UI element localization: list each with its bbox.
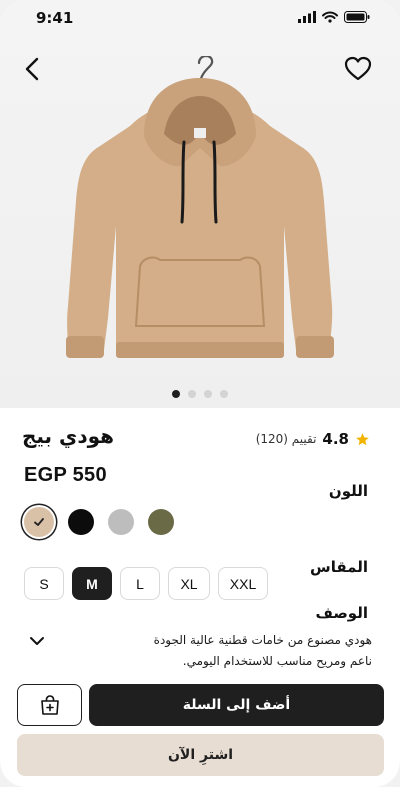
size-option-xl[interactable]: XL <box>168 567 210 600</box>
color-swatch-olive[interactable] <box>148 509 174 535</box>
size-label: المقاس <box>310 558 368 576</box>
size-option-xxl[interactable]: XXL <box>218 567 268 600</box>
pagination-dot-1[interactable] <box>172 390 180 398</box>
size-selector: S M L XL XXL <box>24 567 268 600</box>
color-swatch-gray[interactable] <box>108 509 134 535</box>
product-price: EGP 550 <box>24 464 107 486</box>
battery-icon <box>344 11 370 23</box>
description-line-2: ناعم ومريح مناسب للاستخدام اليومي. <box>182 654 372 668</box>
chevron-down-icon[interactable] <box>28 634 46 648</box>
description-label: الوصف <box>315 604 368 622</box>
color-swatch-black[interactable] <box>68 509 94 535</box>
product-gallery[interactable] <box>0 0 400 408</box>
pagination-dot-4[interactable] <box>220 390 228 398</box>
product-image <box>66 56 334 358</box>
rating-score: 4.8 <box>322 430 349 448</box>
product-description: هودي مصنوع من خامات قطنية عالية الجودة ن… <box>92 630 372 672</box>
rating-count: (120) تقييم <box>255 432 317 446</box>
color-label: اللون <box>328 482 368 500</box>
product-title: هودي بيج <box>21 424 114 448</box>
color-swatch-beige[interactable] <box>24 507 54 537</box>
description-line-1: هودي مصنوع من خامات قطنية عالية الجودة <box>153 633 372 647</box>
buy-now-button[interactable]: اشترِ الآن <box>17 734 384 776</box>
image-pagination[interactable] <box>0 390 400 398</box>
heart-icon[interactable] <box>344 55 372 83</box>
star-icon <box>356 432 369 445</box>
status-time: 9:41 <box>36 9 74 27</box>
signal-icon <box>298 11 316 23</box>
product-rating: (120) تقييم 4.8 <box>256 430 370 448</box>
pagination-dot-2[interactable] <box>188 390 196 398</box>
size-option-s[interactable]: S <box>24 567 64 600</box>
size-option-m[interactable]: M <box>72 567 112 600</box>
chevron-left-icon[interactable] <box>20 56 46 82</box>
quick-add-cart-button[interactable] <box>17 684 82 726</box>
wifi-icon <box>322 11 338 23</box>
size-option-l[interactable]: L <box>120 567 160 600</box>
pagination-dot-3[interactable] <box>204 390 212 398</box>
status-bar: 9:41 <box>0 0 400 36</box>
add-to-cart-button[interactable]: أضف إلى السلة <box>89 684 384 726</box>
shopping-bag-plus-icon <box>40 695 59 715</box>
product-screen: 9:41 هودي بيج (120) تقييم 4.8 EGP 550 ال… <box>0 0 400 787</box>
check-icon <box>24 507 54 537</box>
color-swatches <box>24 507 174 537</box>
